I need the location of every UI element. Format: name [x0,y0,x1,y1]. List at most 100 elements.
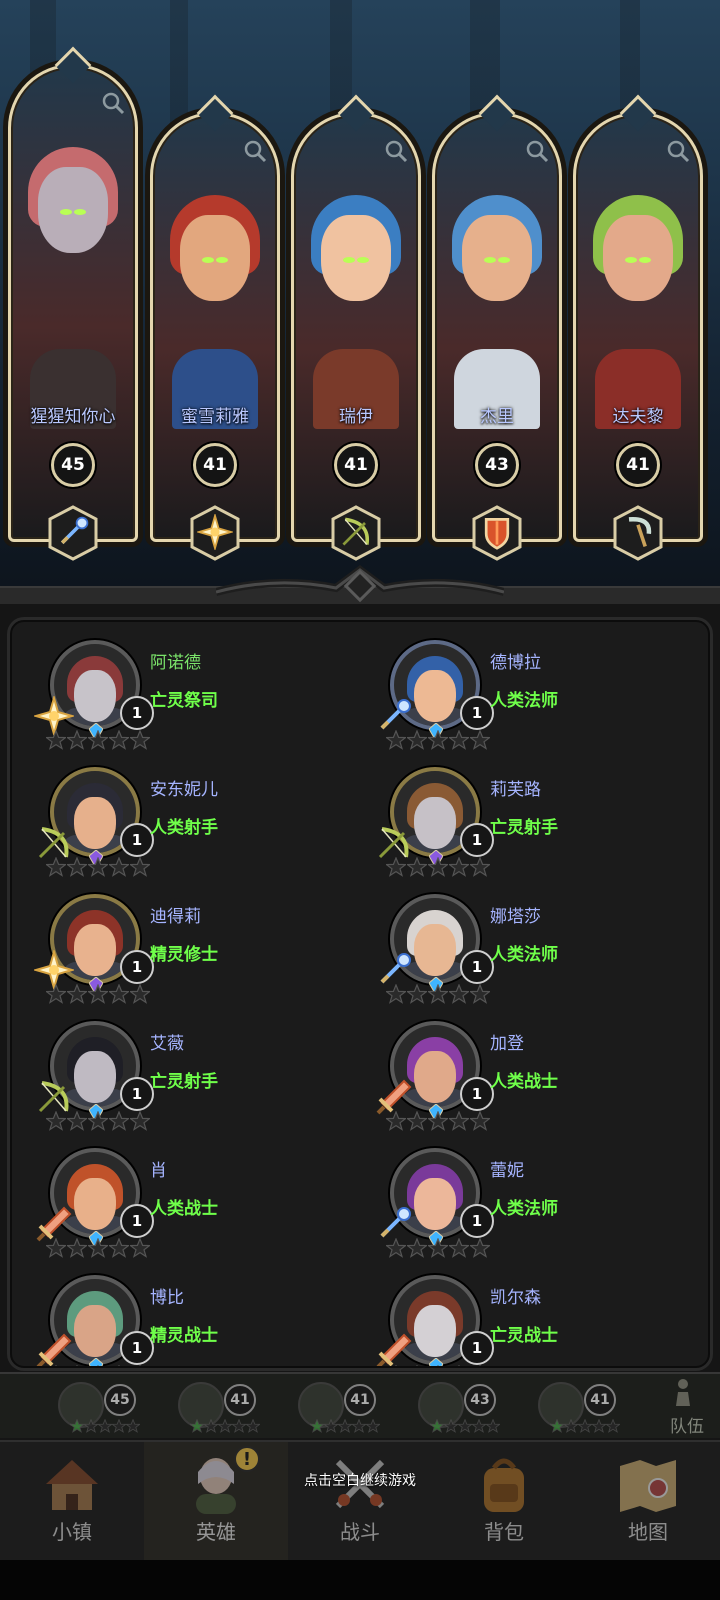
roster-hero-entry[interactable]: 1 肖 人类战士 [12,1128,342,1258]
hero-card[interactable]: 猩猩知你心 45 [8,46,138,561]
hero-level: 1 [460,1204,494,1238]
hero-card[interactable]: 杰里 43 [432,94,562,561]
hero-level: 43 [475,443,519,487]
nav-tab[interactable]: 英雄 ! [144,1442,288,1562]
hero-level: 1 [120,1331,154,1365]
hero-name: 迪得莉 [150,907,201,927]
hero-eye [639,257,651,263]
roster-hero-entry[interactable]: 1 博比 精灵战士 [12,1255,342,1366]
class-emblem [190,505,240,561]
magnifier-icon[interactable] [243,139,267,163]
roster-hero-entry[interactable]: 1 德博拉 人类法师 [352,622,682,750]
hero-eye [625,257,637,263]
hero-eye [60,209,72,215]
star-icon [549,1418,565,1433]
magnifier-icon[interactable] [101,91,125,115]
nav-tab[interactable]: 地图 [576,1442,720,1562]
hero-card[interactable]: 蜜雪莉雅 41 [150,94,280,561]
team-slot[interactable]: 43 [370,1380,501,1436]
hero-name: 蜜雪莉雅 [181,407,249,427]
hero-name: 瑞伊 [339,407,373,427]
hero-portrait [26,127,120,429]
star-icon [591,1418,607,1433]
nav-label: 战斗 [340,1520,380,1544]
star-icon [577,1418,593,1433]
hero-class: 人类法师 [490,1199,558,1219]
team-slot[interactable]: 41 [250,1380,381,1436]
hero-level: 41 [193,443,237,487]
hero-class: 人类法师 [490,945,558,965]
star-icon [217,1418,233,1433]
hero-class: 人类战士 [150,1199,218,1219]
hero-name: 加登 [490,1034,524,1054]
holy-star-icon [195,512,235,554]
roster-hero-entry[interactable]: 1 艾薇 亡灵射手 [12,1001,342,1131]
scythe-icon [620,514,656,554]
hero-name: 博比 [150,1288,184,1308]
star-icon [351,1418,367,1433]
hero-card[interactable]: 瑞伊 41 [291,94,421,561]
class-emblem [48,505,98,561]
hero-class: 亡灵射手 [490,818,558,838]
roster-hero-entry[interactable]: 1 娜塔莎 人类法师 [352,874,682,1004]
star-icon [457,1418,473,1433]
star-icon [97,1365,99,1366]
magnifier-icon[interactable] [384,139,408,163]
avatar-face [74,1305,116,1357]
nav-tab[interactable]: 小镇 [0,1442,144,1562]
roster-hero-entry[interactable]: 1 迪得莉 精灵修士 [12,874,342,1004]
nav-label: 小镇 [52,1520,92,1544]
team-label[interactable]: 队伍 [670,1412,704,1437]
avatar-face [74,1051,116,1103]
hero-level: 1 [460,823,494,857]
hero-eye [202,257,214,263]
team-slot[interactable]: 45 [10,1380,141,1436]
roster-hero-entry[interactable]: 1 莉芙路 亡灵射手 [352,747,682,877]
hero-level: 41 [334,443,378,487]
star-icon [429,1418,445,1433]
hero-level: 1 [460,696,494,730]
roster-hero-entry[interactable]: 1 安东妮儿 人类射手 [12,747,342,877]
bottom-nav: 小镇 英雄 ! 战斗 背包 地图 [0,1440,720,1562]
hero-name: 达夫黎 [612,407,664,427]
roster-hero-entry[interactable]: 1 凯尔森 亡灵战士 [352,1255,682,1366]
roster-hero-entry[interactable]: 1 加登 人类战士 [352,1001,682,1131]
hero-eye [484,257,496,263]
nav-tab[interactable]: 背包 [432,1442,576,1562]
hero-name: 阿诺德 [150,653,201,673]
star-icon [76,1365,78,1366]
star-icon [309,1418,325,1433]
team-slot[interactable]: 41 [130,1380,261,1436]
team-slot[interactable]: 41 [490,1380,621,1436]
star-icon [471,1418,487,1433]
nav-tab[interactable]: 战斗 [288,1442,432,1562]
hero-card[interactable]: 达夫黎 41 [573,94,703,561]
star-icon [437,1365,439,1366]
hero-name: 蕾妮 [490,1161,524,1181]
hero-portrait [591,175,685,429]
star-icon [83,1418,99,1433]
system-bar [0,1560,720,1600]
star-icon [563,1418,579,1433]
hero-level: 1 [120,823,154,857]
roster-hero-entry[interactable]: 1 蕾妮 人类法师 [352,1128,682,1258]
hero-name: 娜塔莎 [490,907,541,927]
star-icon [139,1365,141,1366]
hero-roster-panel[interactable]: 1 阿诺德 亡灵祭司 1 德博拉 人类法师 1 安东妮儿 人类射手 1 莉芙路 … [10,620,710,1368]
hero-name: 德博拉 [490,653,541,673]
hero-class: 亡灵祭司 [150,691,218,711]
avatar-face [74,797,116,849]
roster-hero-entry[interactable]: 1 阿诺德 亡灵祭司 [12,622,342,750]
star-icon [111,1418,127,1433]
hero-name: 杰里 [480,407,514,427]
star-icon [231,1418,247,1433]
star-icon [479,1365,481,1366]
gem-icon [429,1358,443,1366]
avatar-face [414,1305,456,1357]
star-icon [458,1365,460,1366]
team-strip[interactable]: 45 41 41 43 41 队伍 [0,1372,720,1438]
hero-eye [498,257,510,263]
nav-label: 地图 [628,1520,668,1544]
magnifier-icon[interactable] [525,139,549,163]
magnifier-icon[interactable] [666,139,690,163]
